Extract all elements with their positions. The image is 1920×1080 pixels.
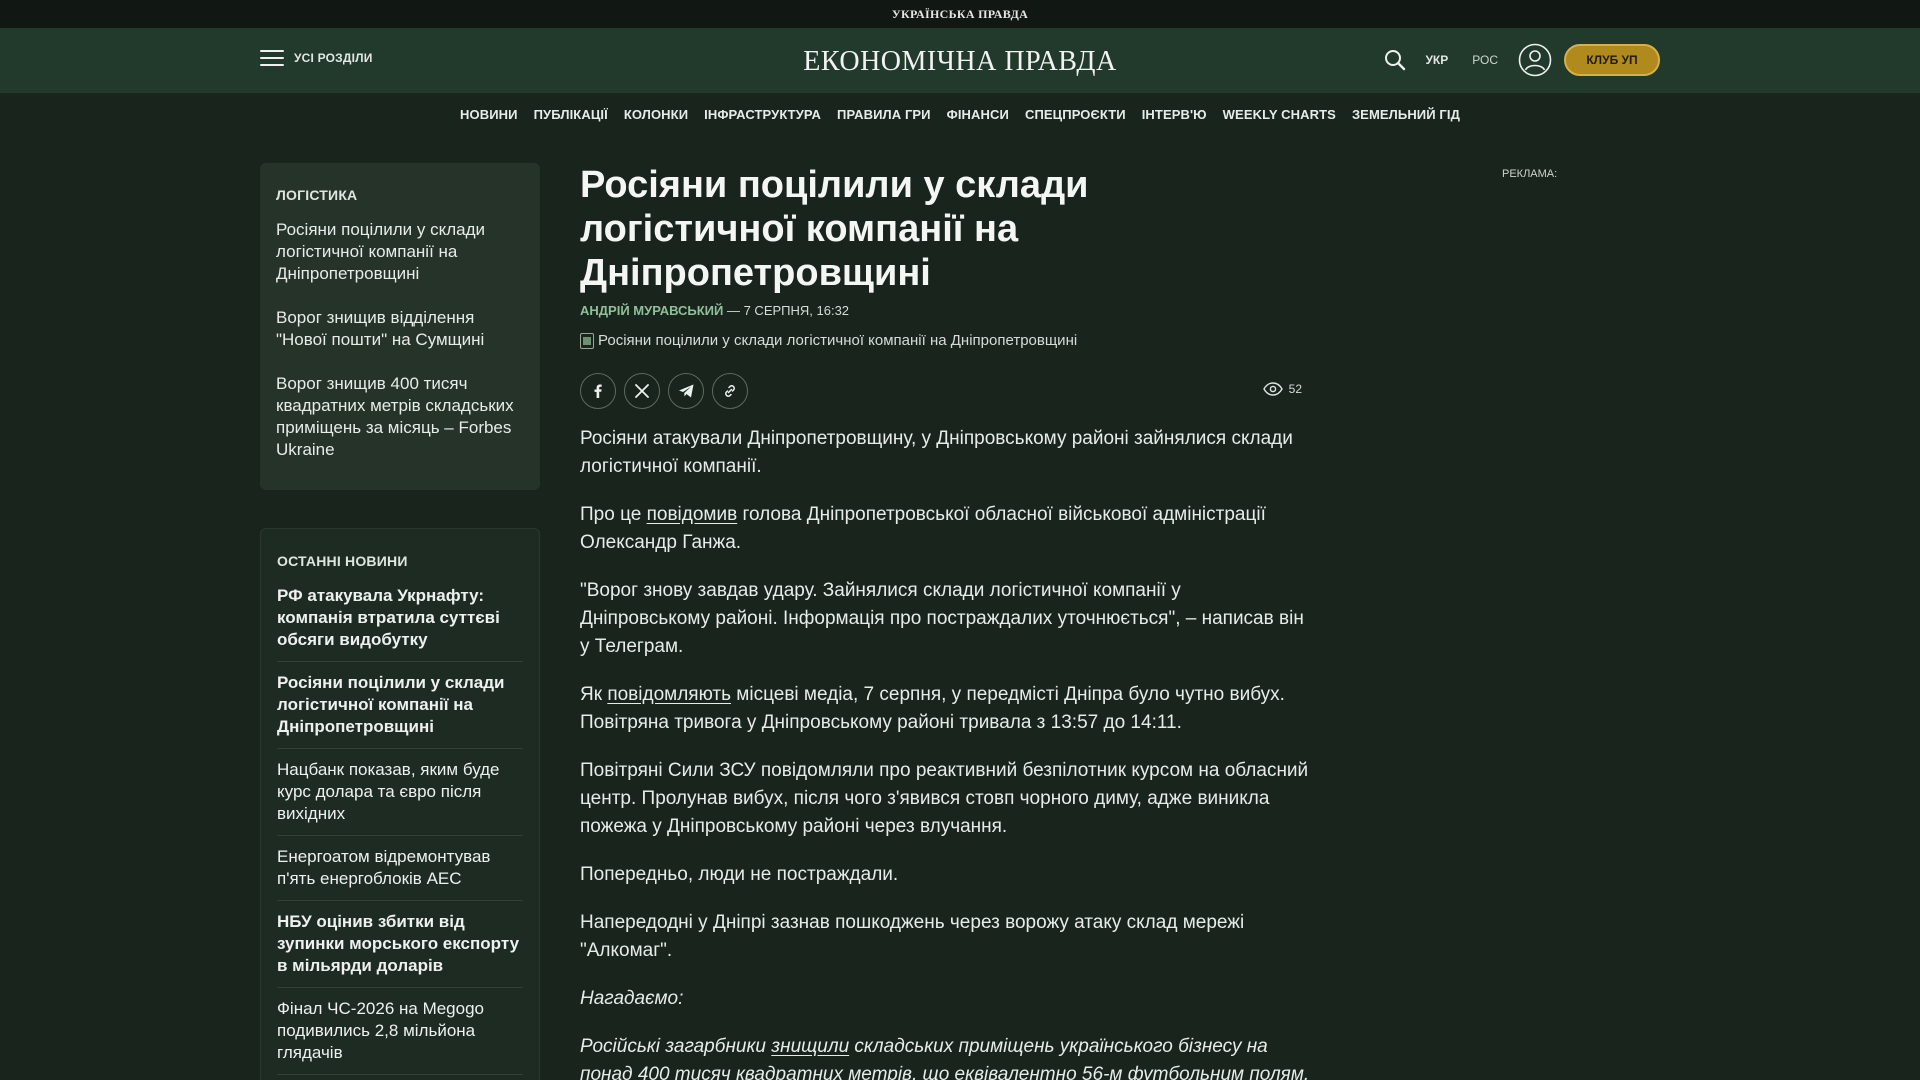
logistics-box: ЛОГІСТИКА Росіяни поцілили у склади логі… xyxy=(260,163,540,490)
list-item[interactable]: НБУ оцінив збитки від зупинки морського … xyxy=(277,911,523,988)
broken-image-icon xyxy=(580,332,594,349)
all-sections-label: УСІ РОЗДІЛИ xyxy=(294,51,373,65)
search-icon[interactable] xyxy=(1377,42,1413,78)
nav-item-publications[interactable]: ПУБЛІКАЦІЇ xyxy=(534,107,608,122)
all-sections-button[interactable]: УСІ РОЗДІЛИ xyxy=(260,50,373,66)
facebook-share-button[interactable] xyxy=(580,373,616,409)
article: Росіяни поцілили у склади логістичної ко… xyxy=(580,163,1310,1080)
up-logo-link[interactable]: УКРАЇНСЬКА ПРАВДА xyxy=(892,7,1028,22)
nav-item-columns[interactable]: КОЛОНКИ xyxy=(624,107,688,122)
ad-label: РЕКЛАМА: xyxy=(1502,168,1558,180)
main-nav: НОВИНИ ПУБЛІКАЦІЇ КОЛОНКИ ІНФРАСТРУКТУРА… xyxy=(0,93,1920,135)
lang-ros-link[interactable]: РОС xyxy=(1472,53,1498,67)
x-icon xyxy=(635,384,649,398)
source-link[interactable]: повідомляють xyxy=(607,684,731,705)
link-icon xyxy=(725,385,735,397)
paragraph: Як повідомляють місцеві медіа, 7 серпня,… xyxy=(580,684,1285,733)
list-item[interactable]: Фінал ЧС-2026 на Megogo подивились 2,8 м… xyxy=(277,998,523,1075)
latest-news-box: ОСТАННІ НОВИНИ РФ атакувала Укрнафту: ко… xyxy=(260,528,540,1080)
list-item[interactable]: Росіяни поцілили у склади логістичної ко… xyxy=(277,672,523,749)
byline: АНДРІЙ МУРАВСЬКИЙ — 7 СЕРПНЯ, 16:32 xyxy=(580,303,1310,318)
nav-item-weekly-charts[interactable]: WEEKLY CHARTS xyxy=(1223,107,1336,122)
list-item[interactable]: Енергоатом відремонтував п'ять енергобло… xyxy=(277,846,523,901)
paragraph: Російські загарбники знищили складських … xyxy=(580,1036,1310,1080)
telegram-share-button[interactable] xyxy=(668,373,704,409)
header-actions: УКР РОС КЛУБ УП xyxy=(1377,42,1660,78)
paragraph: Повітряні Сили ЗСУ повідомляли про реакт… xyxy=(580,760,1309,837)
views-counter: 52 xyxy=(1262,382,1302,396)
user-icon[interactable] xyxy=(1518,43,1552,77)
facebook-icon xyxy=(594,384,602,398)
paragraph: Попередньо, люди не постраждали. xyxy=(580,864,899,885)
related-link[interactable]: знищили xyxy=(771,1036,849,1057)
article-title: Росіяни поцілили у склади логістичної ко… xyxy=(580,164,1089,294)
nav-item-infrastructure[interactable]: ІНФРАСТРУКТУРА xyxy=(704,107,821,122)
burger-menu-icon xyxy=(260,50,284,66)
site-logo[interactable]: ЕКОНОМІЧНА ПРАВДА xyxy=(803,46,1116,77)
lang-ukr-link[interactable]: УКР xyxy=(1425,53,1448,67)
top-strip: УКРАЇНСЬКА ПРАВДА xyxy=(0,0,1920,28)
nav-item-land-guide[interactable]: ЗЕМЕЛЬНИЙ ГІД xyxy=(1352,107,1460,122)
latest-news-title[interactable]: ОСТАННІ НОВИНИ xyxy=(277,553,523,569)
nav-item-news[interactable]: НОВИНИ xyxy=(460,107,518,122)
list-item[interactable]: Нацбанк показав, яким буде курс долара т… xyxy=(277,759,523,836)
copy-link-button[interactable] xyxy=(712,373,748,409)
nav-item-special-projects[interactable]: СПЕЦПРОЄКТИ xyxy=(1025,107,1126,122)
reminder-heading: Нагадаємо: xyxy=(580,988,684,1009)
paragraph: Росіяни атакували Дніпропетровщину, у Дн… xyxy=(580,428,1293,477)
x-share-button[interactable] xyxy=(624,373,660,409)
eye-icon xyxy=(1262,382,1283,396)
nav-item-rules[interactable]: ПРАВИЛА ГРИ xyxy=(837,107,931,122)
list-item[interactable]: Росіяни поцілили у склади логістичної ко… xyxy=(276,219,524,285)
paragraph: Напередодні у Дніпрі зазнав пошкоджень ч… xyxy=(580,912,1245,961)
club-up-button[interactable]: КЛУБ УП xyxy=(1564,44,1660,76)
article-date: — 7 СЕРПНЯ, 16:32 xyxy=(723,303,850,318)
nav-item-finance[interactable]: ФІНАНСИ xyxy=(947,107,1009,122)
author-link[interactable]: АНДРІЙ МУРАВСЬКИЙ xyxy=(580,303,723,318)
list-item[interactable]: Ворог знищив 400 тисяч квадратних метрів… xyxy=(276,373,524,461)
site-header: УСІ РОЗДІЛИ ЕКОНОМІЧНА ПРАВДА УКР РОС КЛ… xyxy=(0,28,1920,93)
logistics-title[interactable]: ЛОГІСТИКА xyxy=(276,187,524,203)
views-count: 52 xyxy=(1288,382,1302,396)
list-item[interactable]: Ворог знищив відділення "Нової пошти" на… xyxy=(276,307,524,351)
paragraph: "Ворог знову завдав удару. Зайнялися скл… xyxy=(580,580,1304,657)
paragraph: Про це повідомив голова Дніпропетровсько… xyxy=(580,504,1266,553)
telegram-icon xyxy=(678,384,693,398)
list-item[interactable]: РФ атакувала Укрнафту: компанія втратила… xyxy=(277,585,523,662)
nav-item-interview[interactable]: ІНТЕРВ'Ю xyxy=(1142,107,1207,122)
article-image-alt: Росіяни поцілили у склади логістичної ко… xyxy=(598,332,1078,349)
share-row: 52 xyxy=(580,373,1310,409)
source-link[interactable]: повідомив xyxy=(647,504,738,525)
article-image: Росіяни поцілили у склади логістичної ко… xyxy=(580,332,1310,349)
